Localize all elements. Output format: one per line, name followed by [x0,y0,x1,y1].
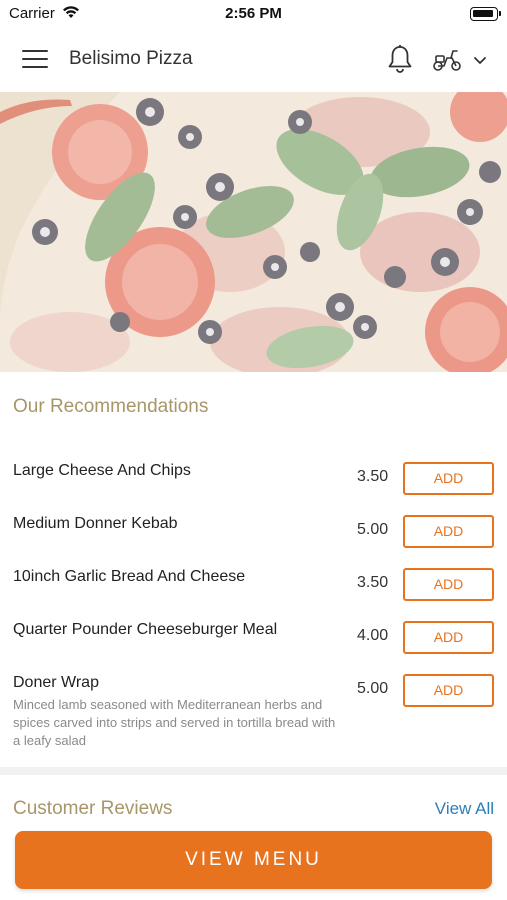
recommendations-title: Our Recommendations [13,396,209,417]
add-button[interactable]: ADD [403,568,494,601]
item-name: Large Cheese And Chips [13,462,191,479]
add-button[interactable]: ADD [403,674,494,707]
item-price: 3.50 [357,574,389,591]
menu-icon[interactable] [22,50,48,70]
hero-pizza-image [0,92,507,372]
item-price: 3.50 [357,468,389,485]
section-divider [0,767,507,775]
status-time: 2:56 PM [225,5,282,22]
item-name: Doner Wrap [13,674,99,691]
item-name: 10inch Garlic Bread And Cheese [13,568,246,585]
add-button[interactable]: ADD [403,515,494,548]
view-menu-button[interactable]: VIEW MENU [15,831,492,889]
app-header: Belisimo Pizza [0,28,507,92]
chevron-down-icon[interactable] [472,54,488,66]
item-price: 5.00 [357,521,389,538]
item-description: Minced lamb seasoned with Mediterranean … [13,697,336,748]
status-bar: Carrier 2:56 PM [0,0,507,28]
battery-icon [470,7,501,21]
item-name: Medium Donner Kebab [13,515,178,532]
item-price: 5.00 [357,680,389,697]
add-button[interactable]: ADD [403,621,494,654]
scooter-icon[interactable] [432,48,462,72]
view-all-link[interactable]: View All [435,799,494,819]
app-title: Belisimo Pizza [69,48,193,69]
item-price: 4.00 [357,627,389,644]
bell-icon[interactable] [386,44,414,74]
add-button[interactable]: ADD [403,462,494,495]
item-name: Quarter Pounder Cheeseburger Meal [13,621,278,638]
reviews-title: Customer Reviews [13,798,173,819]
